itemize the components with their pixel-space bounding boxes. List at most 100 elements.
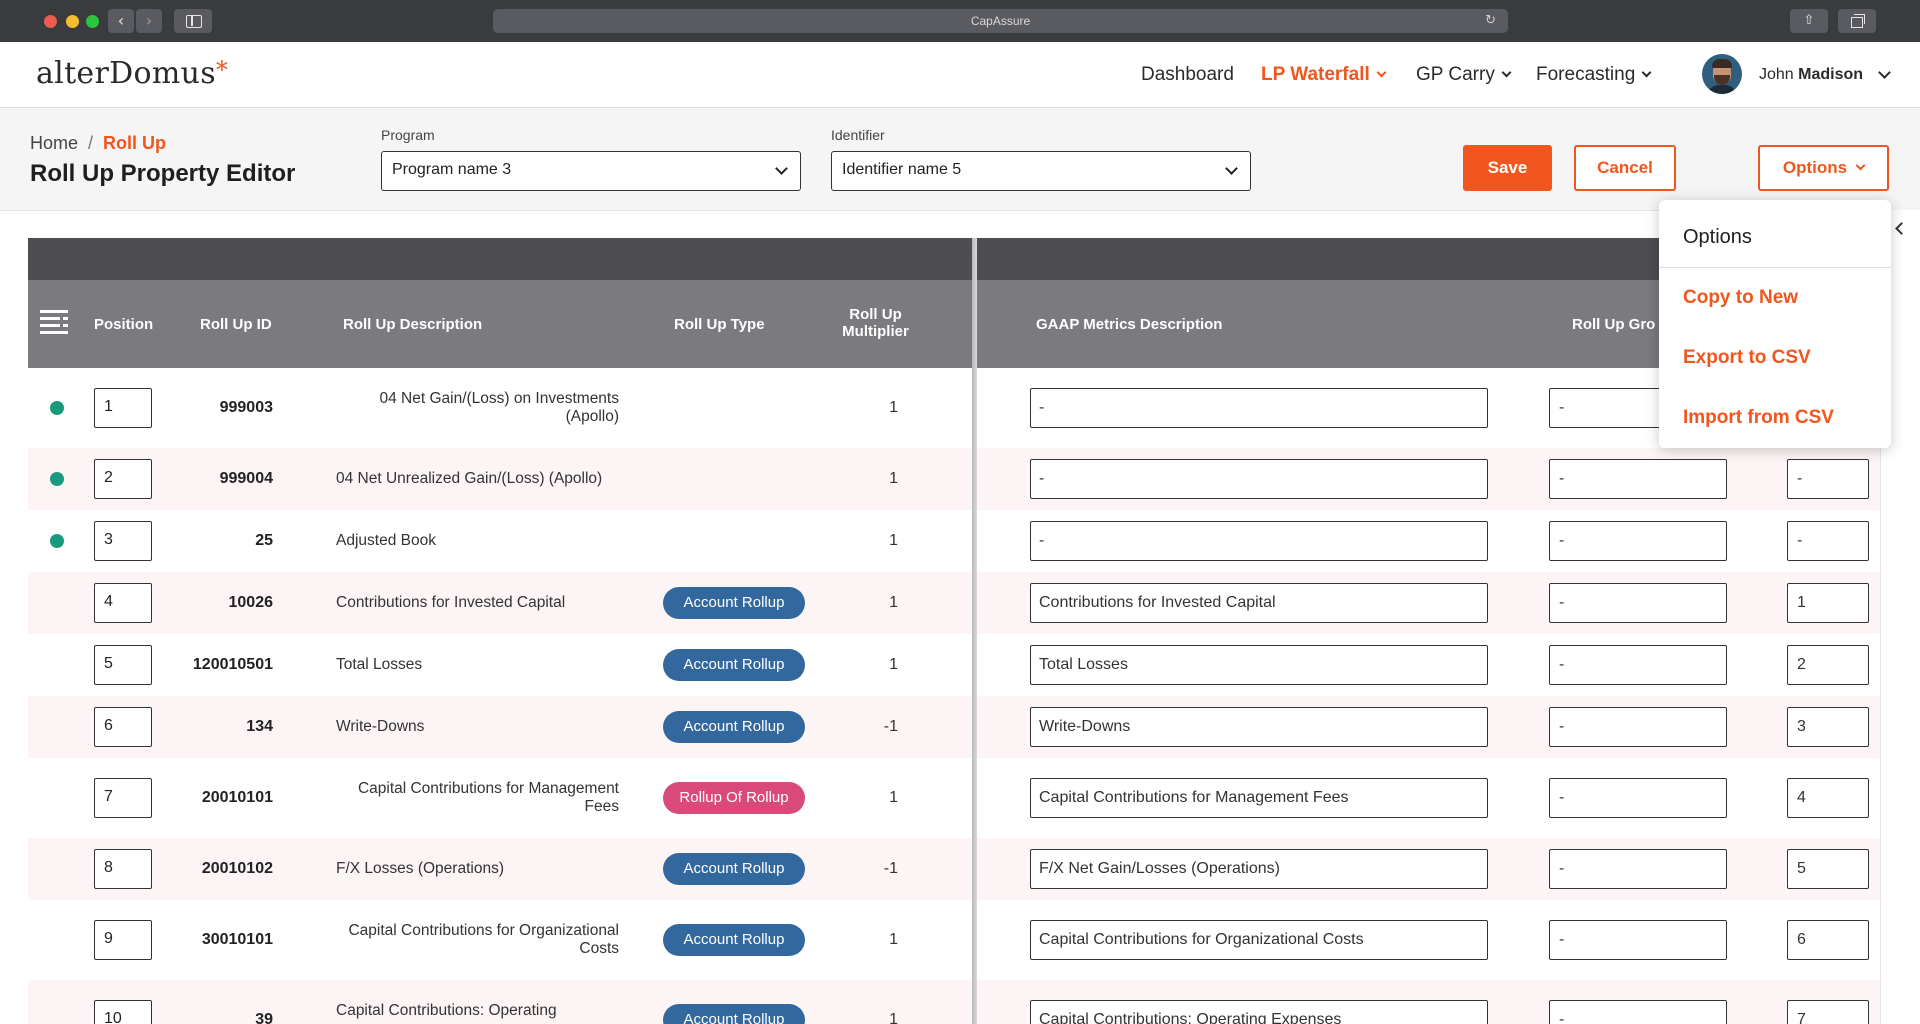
rollup-order-input[interactable]: 3 [1787, 707, 1869, 747]
breadcrumb-home[interactable]: Home [30, 133, 78, 153]
rollup-group-input[interactable]: - [1549, 583, 1727, 623]
chevron-down-icon [1376, 67, 1387, 78]
table-row: 5 120010501 Total Losses Account Rollup 1 Tot… [28, 634, 1880, 696]
col-rollup-id[interactable]: Roll Up ID [200, 316, 272, 333]
nav-dashboard[interactable]: Dashboard [1141, 64, 1234, 86]
rollup-order-input[interactable]: 7 [1787, 1000, 1869, 1024]
rollup-type-badge[interactable]: Account Rollup [663, 1004, 805, 1024]
nav-lp-waterfall[interactable]: LP Waterfall [1261, 64, 1387, 86]
gaap-description-input[interactable]: Capital Contributions: Operating Expense… [1030, 1000, 1488, 1024]
chevron-down-icon[interactable] [1878, 66, 1891, 79]
rollup-group-input[interactable]: - [1549, 521, 1727, 561]
rollup-multiplier: 1 [889, 789, 898, 806]
logo-text: alterDomus [36, 56, 216, 91]
rollup-group-input[interactable]: - [1549, 645, 1727, 685]
cancel-button[interactable]: Cancel [1574, 145, 1676, 191]
rollup-group-input[interactable]: - [1549, 1000, 1727, 1024]
gaap-description-input[interactable]: Total Losses [1030, 645, 1488, 685]
share-button[interactable]: ⇧ [1790, 9, 1828, 33]
address-bar[interactable]: CapAssure ↻ [493, 9, 1508, 33]
menu-item-import-csv[interactable]: Import from CSV [1683, 407, 1834, 429]
back-button[interactable]: ‹ [108, 9, 134, 33]
col-gaap[interactable]: GAAP Metrics Description [1036, 316, 1222, 333]
tab-overview-button[interactable] [1838, 9, 1876, 33]
rollup-type-badge[interactable]: Account Rollup [663, 853, 805, 885]
rollup-group-input[interactable]: - [1549, 920, 1727, 960]
position-input[interactable]: 3 [94, 521, 152, 561]
options-button[interactable]: Options [1758, 145, 1889, 191]
rollup-order-input[interactable]: - [1787, 459, 1869, 499]
user-name[interactable]: John Madison [1759, 66, 1863, 84]
rollup-description: Adjusted Book [336, 532, 436, 549]
avatar[interactable] [1702, 54, 1742, 94]
menu-item-copy-to-new[interactable]: Copy to New [1683, 287, 1798, 309]
rollup-order-input[interactable]: - [1787, 521, 1869, 561]
maximize-window-button[interactable] [86, 15, 99, 28]
rollup-order-input[interactable]: 1 [1787, 583, 1869, 623]
rollup-type-badge[interactable]: Account Rollup [663, 924, 805, 956]
sidebar-toggle-button[interactable] [174, 9, 212, 33]
position-input[interactable]: 9 [94, 920, 152, 960]
rollup-type-badge[interactable]: Account Rollup [663, 711, 805, 743]
position-input[interactable]: 10 [94, 1000, 152, 1024]
gaap-description-input[interactable]: F/X Net Gain/Losses (Operations) [1030, 849, 1488, 889]
identifier-select[interactable]: Identifier name 5 [831, 151, 1251, 191]
rollup-group-input[interactable]: - [1549, 778, 1727, 818]
col-position[interactable]: Position [94, 316, 153, 333]
rollup-multiplier: 1 [889, 931, 898, 948]
rollup-group-input[interactable]: - [1549, 707, 1727, 747]
rollup-multiplier: 1 [889, 470, 898, 487]
col-description[interactable]: Roll Up Description [343, 316, 482, 333]
identifier-label: Identifier [831, 127, 885, 143]
user-last-name: Madison [1798, 66, 1864, 83]
rollup-multiplier: 1 [889, 399, 898, 416]
rollup-description: F/X Losses (Operations) [336, 860, 504, 877]
col-type[interactable]: Roll Up Type [674, 316, 765, 333]
position-input[interactable]: 5 [94, 645, 152, 685]
content-top-strip [0, 210, 1880, 238]
col-group[interactable]: Roll Up Gro [1572, 316, 1655, 333]
chevron-left-icon[interactable] [1895, 222, 1908, 235]
rollup-order-input[interactable]: 5 [1787, 849, 1869, 889]
rollup-type-badge[interactable]: Account Rollup [663, 587, 805, 619]
rollup-order-input[interactable]: 2 [1787, 645, 1869, 685]
program-select[interactable]: Program name 3 [381, 151, 801, 191]
rollup-type-badge[interactable]: Account Rollup [663, 649, 805, 681]
gaap-description-input[interactable]: Contributions for Invested Capital [1030, 583, 1488, 623]
gaap-description-input[interactable]: Capital Contributions for Organizational… [1030, 920, 1488, 960]
position-input[interactable]: 7 [94, 778, 152, 818]
page-toolbar: Home / Roll Up Roll Up Property Editor Pro… [0, 108, 1920, 210]
column-divider[interactable] [972, 238, 977, 1024]
rollup-description: 04 Net Unrealized Gain/(Loss) (Apollo) [336, 470, 603, 487]
rollup-order-input[interactable]: 6 [1787, 920, 1869, 960]
menu-item-export-csv[interactable]: Export to CSV [1683, 347, 1811, 369]
breadcrumb-current[interactable]: Roll Up [103, 133, 166, 153]
position-input[interactable]: 2 [94, 459, 152, 499]
breadcrumb: Home / Roll Up [30, 133, 166, 154]
minimize-window-button[interactable] [66, 15, 79, 28]
forward-button[interactable]: › [136, 9, 162, 33]
gaap-description-input[interactable]: - [1030, 388, 1488, 428]
rollup-group-input[interactable]: - [1549, 459, 1727, 499]
logo[interactable]: alterDomus* [36, 56, 228, 91]
gaap-description-input[interactable]: - [1030, 521, 1488, 561]
table-row: 6 134 Write-Downs Account Rollup -1 Write-Dow… [28, 696, 1880, 758]
rollup-order-input[interactable]: 4 [1787, 778, 1869, 818]
rollup-type-badge[interactable]: Rollup Of Rollup [663, 782, 805, 814]
gaap-description-input[interactable]: Capital Contributions for Management Fee… [1030, 778, 1488, 818]
gaap-description-input[interactable]: Write-Downs [1030, 707, 1488, 747]
close-window-button[interactable] [44, 15, 57, 28]
nav-forecasting[interactable]: Forecasting [1536, 64, 1652, 86]
rollup-group-input[interactable]: - [1549, 849, 1727, 889]
column-menu-icon[interactable] [40, 310, 68, 334]
position-input[interactable]: 1 [94, 388, 152, 428]
nav-gp-carry[interactable]: GP Carry [1416, 64, 1512, 86]
reload-icon[interactable]: ↻ [1485, 9, 1496, 33]
save-button[interactable]: Save [1463, 145, 1552, 191]
table-row: 10 39 Capital Contributions: Operating Acco… [28, 980, 1880, 1024]
position-input[interactable]: 6 [94, 707, 152, 747]
gaap-description-input[interactable]: - [1030, 459, 1488, 499]
position-input[interactable]: 4 [94, 583, 152, 623]
col-multiplier[interactable]: Roll Up Multiplier [828, 306, 923, 340]
position-input[interactable]: 8 [94, 849, 152, 889]
